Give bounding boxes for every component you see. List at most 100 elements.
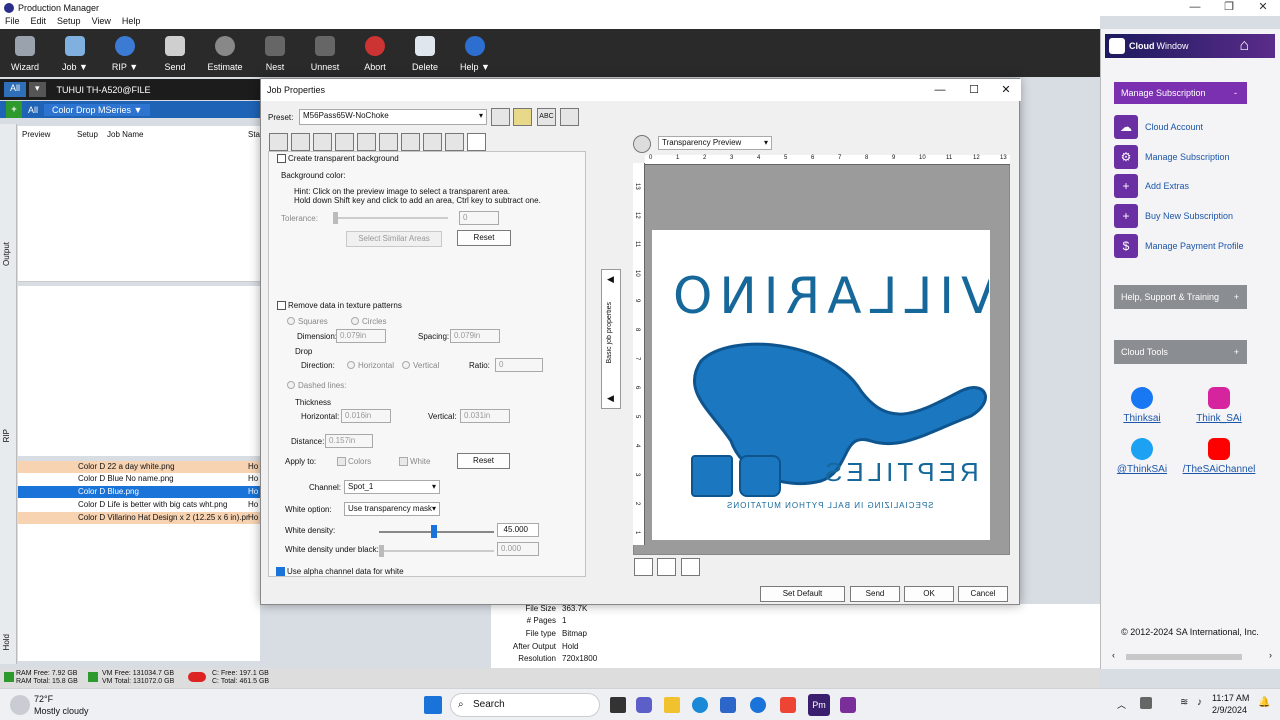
tab-layers-icon[interactable] xyxy=(401,133,420,151)
app-icon[interactable] xyxy=(750,697,766,713)
help-button[interactable]: Help ▼ xyxy=(450,29,500,77)
tab-all-queues[interactable]: All xyxy=(4,82,27,97)
create-transparent-checkbox[interactable] xyxy=(277,154,286,163)
table-row[interactable]: Color D 22 a day white.png Ho xyxy=(18,461,260,473)
clock-date[interactable]: 2/9/2024 xyxy=(1212,705,1247,715)
white-density-slider[interactable] xyxy=(379,525,494,538)
dialog-close-button[interactable]: ✕ xyxy=(991,79,1021,101)
ok-button[interactable]: OK xyxy=(904,586,954,602)
select-similar-button[interactable]: Select Similar Areas xyxy=(346,231,442,247)
thickness-horizontal-input[interactable]: 0.016in xyxy=(341,409,391,423)
app2-icon[interactable] xyxy=(780,697,796,713)
scroll-left-icon[interactable]: ‹ xyxy=(1112,650,1115,660)
abort-button[interactable]: Abort xyxy=(350,29,400,77)
cloud-tools-section[interactable]: Cloud Tools + xyxy=(1114,340,1247,364)
manage-subscription-section[interactable]: Manage Subscription - xyxy=(1114,82,1247,104)
ratio-select[interactable]: 0 xyxy=(495,358,543,372)
col-setup[interactable]: Setup xyxy=(77,130,98,139)
instagram-link[interactable]: Think_SAi xyxy=(1189,387,1249,424)
table-row[interactable]: Color D Villarino Hat Design x 2 (12.25 … xyxy=(18,512,260,524)
rip-button[interactable]: RIP ▼ xyxy=(100,29,150,77)
colors-checkbox[interactable] xyxy=(337,457,346,466)
tab-size-icon[interactable] xyxy=(313,133,332,151)
tab-color-icon[interactable] xyxy=(423,133,442,151)
squares-radio[interactable] xyxy=(287,317,295,325)
send-button[interactable]: Send xyxy=(150,29,200,77)
basic-properties-toggle[interactable]: ◀ Basic job properties ◀ xyxy=(601,269,621,409)
edge-icon[interactable] xyxy=(692,697,708,713)
tolerance-slider[interactable] xyxy=(333,212,448,224)
zoom-tool-icon[interactable] xyxy=(657,558,676,576)
manage-subscription-link[interactable]: ⚙ Manage Subscription xyxy=(1114,144,1264,170)
table-row[interactable]: Color D Blue No name.png Ho xyxy=(18,473,260,485)
dimension-input[interactable]: 0.079in xyxy=(336,329,386,343)
scroll-thumb[interactable] xyxy=(1126,654,1242,660)
dialog-maximize-button[interactable]: ☐ xyxy=(959,79,989,101)
menu-help[interactable]: Help xyxy=(122,16,141,29)
col-preview[interactable]: Preview xyxy=(22,130,50,139)
cloud-scrollbar[interactable]: ‹ › xyxy=(1112,650,1272,662)
nest-button[interactable]: Nest xyxy=(250,29,300,77)
wifi-icon[interactable]: ≋ xyxy=(1180,697,1188,708)
horizontal-radio[interactable] xyxy=(347,361,355,369)
file-explorer-icon[interactable] xyxy=(664,697,680,713)
remove-texture-checkbox[interactable] xyxy=(277,301,286,310)
add-extras-link[interactable]: + Add Extras xyxy=(1114,173,1264,199)
save-preset-icon[interactable] xyxy=(491,108,510,126)
thickness-vertical-input[interactable]: 0.031in xyxy=(460,409,510,423)
output-label[interactable]: Output xyxy=(2,242,11,266)
menu-file[interactable]: File xyxy=(5,16,20,29)
white-under-black-slider[interactable] xyxy=(379,545,494,557)
delete-button[interactable]: Delete xyxy=(400,29,450,77)
dialog-minimize-button[interactable]: — xyxy=(925,79,955,101)
vertical-radio[interactable] xyxy=(402,361,410,369)
tray-chevron-icon[interactable]: ︿ xyxy=(1117,698,1126,711)
set-default-button[interactable]: Set Default xyxy=(760,586,845,602)
tab-printer-icon[interactable] xyxy=(269,133,288,151)
rip-list[interactable] xyxy=(18,286,260,456)
white-checkbox[interactable] xyxy=(399,457,408,466)
zoom-fit-icon[interactable] xyxy=(681,558,700,576)
tolerance-thumb[interactable] xyxy=(333,212,338,224)
maximize-button[interactable]: ❐ xyxy=(1212,0,1246,16)
white-under-black-thumb[interactable] xyxy=(379,545,384,557)
cancel-button[interactable]: Cancel xyxy=(958,586,1008,602)
abc-icon[interactable]: ABC xyxy=(537,108,556,126)
use-alpha-checkbox[interactable] xyxy=(276,567,285,576)
spacing-input[interactable]: 0.079in xyxy=(450,329,500,343)
printer-icon[interactable]: ▾ xyxy=(29,82,46,97)
minimize-button[interactable]: — xyxy=(1178,0,1212,16)
white-density-thumb[interactable] xyxy=(430,525,437,538)
wizard-button[interactable]: Wizard xyxy=(0,29,50,77)
tab-tile-icon[interactable] xyxy=(335,133,354,151)
taskbar-search[interactable]: Search xyxy=(450,693,600,717)
teams-icon[interactable] xyxy=(636,697,652,713)
facebook-link[interactable]: Thinksai xyxy=(1112,387,1172,424)
taskview-icon[interactable] xyxy=(610,697,626,713)
device-tab[interactable]: TUHUI TH-A520@FILE xyxy=(57,85,151,95)
table-row-selected[interactable]: Color D Blue.png Ho xyxy=(18,486,260,498)
tab-position-icon[interactable] xyxy=(357,133,376,151)
app3-icon[interactable] xyxy=(840,697,856,713)
estimate-button[interactable]: Estimate xyxy=(200,29,250,77)
preview-mode-select[interactable]: Transparency Preview ▾ xyxy=(658,136,772,150)
unnest-button[interactable]: Unnest xyxy=(300,29,350,77)
volume-icon[interactable]: ♪ xyxy=(1197,697,1202,708)
store-icon[interactable] xyxy=(720,697,736,713)
start-icon[interactable] xyxy=(424,696,442,714)
tab-marks-icon[interactable] xyxy=(379,133,398,151)
white-option-select[interactable]: Use transparency mask ▾ xyxy=(344,502,440,516)
filter-dropdown[interactable]: Color Drop MSeries ▼ xyxy=(44,103,151,116)
weather-icon[interactable] xyxy=(10,695,30,715)
twitter-link[interactable]: @ThinkSAi xyxy=(1112,438,1172,475)
white-under-black-input[interactable]: 0.000 xyxy=(497,542,539,556)
col-job-name[interactable]: Job Name xyxy=(107,130,143,139)
preset-select[interactable]: M56Pass65W-NoChoke ▾ xyxy=(299,109,487,125)
add-icon[interactable]: + xyxy=(6,101,22,118)
rip-label[interactable]: RIP xyxy=(2,429,11,442)
circles-radio[interactable] xyxy=(351,317,359,325)
youtube-link[interactable]: /TheSAiChannel xyxy=(1176,438,1262,475)
menu-edit[interactable]: Edit xyxy=(31,16,47,29)
hold-label[interactable]: Hold xyxy=(2,634,11,650)
tab-effects-icon[interactable] xyxy=(445,133,464,151)
